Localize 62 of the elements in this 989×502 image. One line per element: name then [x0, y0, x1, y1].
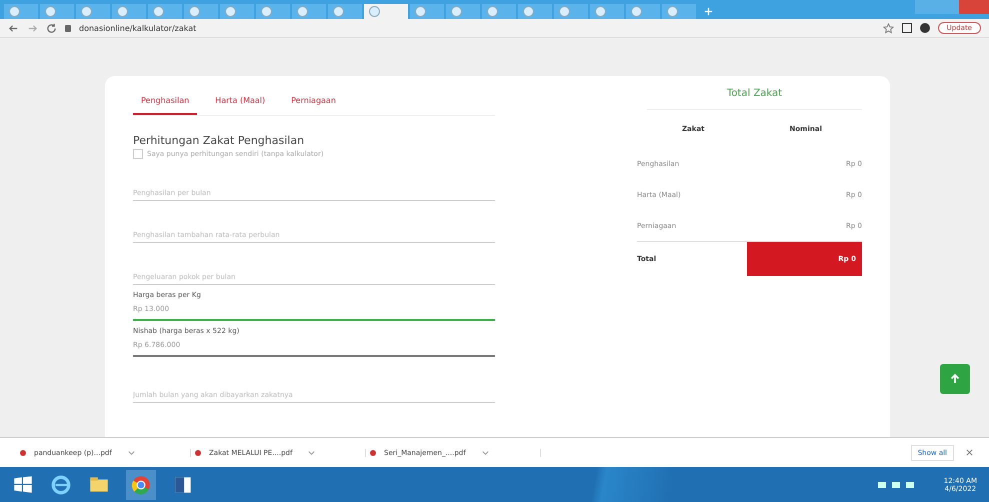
globe-icon: [333, 6, 344, 17]
browser-tab[interactable]: [446, 4, 480, 19]
globe-icon: [225, 6, 236, 17]
globe-icon: [631, 6, 642, 17]
globe-icon: [261, 6, 272, 17]
calculator-tab[interactable]: Harta (Maal): [207, 90, 274, 115]
new-tab-icon[interactable]: [704, 7, 713, 16]
extension-icon[interactable]: [902, 23, 912, 33]
browser-icon[interactable]: [50, 474, 72, 496]
calculator-tab[interactable]: Penghasilan: [133, 90, 198, 115]
file-icon: [195, 450, 201, 456]
browser-tab[interactable]: [410, 4, 444, 19]
globe-icon: [189, 6, 200, 17]
globe-icon: [9, 6, 20, 17]
browser-tab[interactable]: [626, 4, 660, 19]
browser-tab[interactable]: [220, 4, 254, 19]
browser-tab[interactable]: [112, 4, 146, 19]
back-icon[interactable]: [8, 22, 19, 34]
globe-icon: [487, 6, 498, 17]
globe-icon: [559, 6, 570, 17]
globe-icon: [369, 6, 380, 17]
browser-tab[interactable]: [554, 4, 588, 19]
chrome-icon[interactable]: [126, 470, 156, 500]
summary-title: Total Zakat: [647, 76, 862, 110]
calculator-tab[interactable]: Perniagaan: [283, 90, 344, 115]
globe-icon: [153, 6, 164, 17]
globe-icon: [451, 6, 462, 17]
globe-icon: [523, 6, 534, 17]
globe-icon: [595, 6, 606, 17]
globe-icon: [117, 6, 128, 17]
browser-tab[interactable]: [662, 4, 696, 19]
url-field[interactable]: donasionline/kalkulator/zakat: [79, 24, 196, 32]
browser-tab[interactable]: [482, 4, 516, 19]
forward-icon[interactable]: [27, 22, 38, 34]
lock-icon: [65, 24, 71, 32]
avatar-icon[interactable]: [920, 23, 930, 33]
globe-icon: [45, 6, 56, 17]
section-title: Perhitungan Zakat Penghasilan: [133, 134, 306, 147]
globe-icon: [81, 6, 92, 17]
browser-tab[interactable]: [518, 4, 552, 19]
browser-tab[interactable]: [292, 4, 326, 19]
star-icon[interactable]: [882, 22, 894, 34]
windows-icon[interactable]: [12, 474, 34, 496]
reload-icon[interactable]: [46, 22, 57, 34]
caret-icon: [308, 449, 316, 456]
globe-icon: [415, 6, 426, 17]
file-icon: [20, 450, 26, 456]
file-icon: [370, 450, 376, 456]
browser-tab[interactable]: [76, 4, 110, 19]
browser-tab[interactable]: [328, 4, 362, 19]
browser-tab[interactable]: [256, 4, 290, 19]
caret-icon: [128, 449, 135, 456]
browser-tab[interactable]: [364, 4, 408, 19]
globe-icon: [667, 6, 678, 17]
browser-tab[interactable]: [184, 4, 218, 19]
checkbox[interactable]: [133, 149, 143, 159]
browser-tab[interactable]: [590, 4, 624, 19]
browser-tab[interactable]: [148, 4, 182, 19]
globe-icon: [297, 6, 308, 17]
caret-icon: [482, 449, 489, 456]
scroll-top-button[interactable]: [940, 364, 970, 394]
arrow-up-icon: [949, 373, 961, 385]
